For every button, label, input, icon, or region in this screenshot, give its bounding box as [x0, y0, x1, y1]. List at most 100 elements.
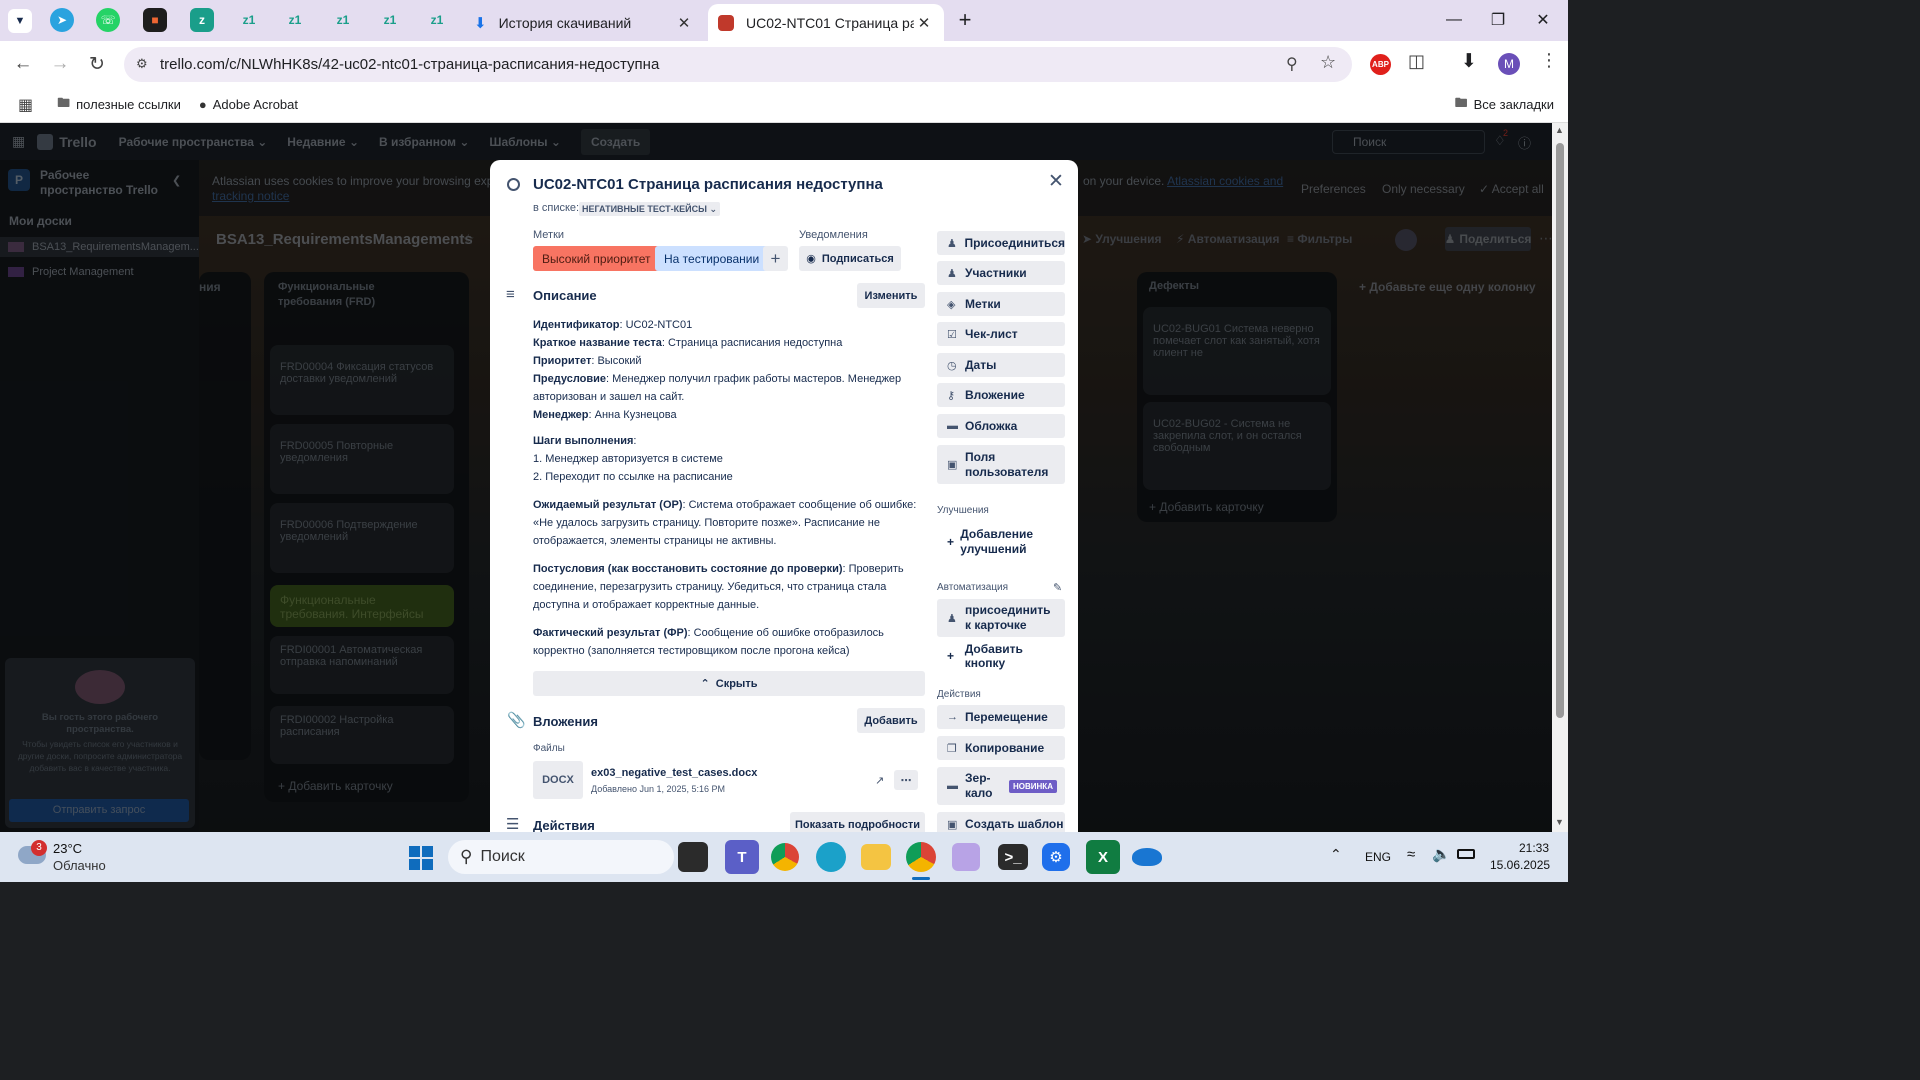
bookmark-adobe[interactable]: ● Adobe Acrobat [199, 97, 298, 112]
weather-temp[interactable]: 23°C [53, 841, 82, 856]
teams-icon[interactable]: T [725, 840, 759, 874]
labels-button[interactable]: ◈ Метки [937, 292, 1065, 316]
forward-arrow-icon[interactable]: → [45, 49, 75, 79]
battery-icon[interactable] [1457, 849, 1475, 859]
file-explorer-icon[interactable] [861, 844, 891, 870]
z1-tab-icon-5[interactable]: z1 [378, 8, 402, 32]
adblock-icon[interactable]: ABP [1370, 54, 1391, 75]
start-windows-icon[interactable] [409, 846, 433, 870]
make-template-button[interactable]: ▣ Создать шаблон [937, 812, 1065, 832]
chevron-up-icon: ⌃ [700, 678, 710, 690]
folder-icon: 🖿 [57, 94, 71, 110]
edit-description-button[interactable]: Изменить [857, 283, 925, 308]
tab-trello-card[interactable]: UC02-NTC01 Страница распис ✕ [708, 4, 944, 41]
scroll-up-icon[interactable]: ▲ [1555, 125, 1564, 135]
scroll-down-icon[interactable]: ▼ [1555, 817, 1564, 827]
app-icon-blue[interactable]: ⚙ [1042, 843, 1070, 871]
chrome-icon[interactable] [771, 843, 799, 871]
z1-tab-icon-2[interactable]: z1 [237, 8, 261, 32]
page-scrollbar[interactable]: ▲ ▼ [1552, 123, 1568, 832]
bookmark-star-icon[interactable]: ☆ [1320, 52, 1336, 73]
all-bookmarks[interactable]: 🖿 Все закладки [1455, 94, 1554, 116]
whatsapp-icon[interactable]: ☏ [96, 8, 120, 32]
z1-tab-icon[interactable]: z [190, 8, 214, 32]
dates-button[interactable]: ◷ Даты [937, 353, 1065, 377]
zoom-icon[interactable]: ⚲ [1286, 54, 1298, 74]
custom-fields-button[interactable]: ▣ Поля пользователя [937, 445, 1065, 484]
description-body[interactable]: Идентификатор: UC02-NTC01 Краткое назван… [533, 316, 925, 660]
card-complete-circle-icon[interactable] [507, 178, 520, 191]
copy-button[interactable]: ❐ Копирование [937, 736, 1065, 760]
site-info-icon[interactable]: ⚙ [136, 56, 148, 72]
cover-button[interactable]: ▬ Обложка [937, 414, 1065, 438]
onedrive-icon[interactable] [1132, 848, 1162, 866]
downloads-icon[interactable]: ⬇ [1461, 50, 1477, 73]
mirror-button[interactable]: ▬ Зер-кало НОВИНКА [937, 767, 1065, 805]
excel-icon[interactable]: X [1086, 840, 1120, 874]
card-title[interactable]: UC02-NTC01 Страница расписания недоступн… [533, 176, 883, 193]
close-modal-icon[interactable]: ✕ [1048, 170, 1064, 193]
close-tab-icon[interactable]: ✕ [674, 14, 694, 32]
button-label: Обложка [965, 419, 1018, 433]
language-indicator[interactable]: ENG [1365, 850, 1391, 864]
join-card-button[interactable]: ♟ присоединить к карточке [937, 599, 1065, 637]
desc-key: Ожидаемый результат (ОР) [533, 499, 683, 511]
bookmark-folder[interactable]: 🖿 полезные ссылки [57, 94, 181, 116]
list-name-dropdown[interactable]: НЕГАТИВНЫЕ ТЕСТ-КЕЙСЫ ⌄ [579, 202, 720, 216]
add-attachment-button[interactable]: Добавить [857, 708, 925, 733]
chrome-profile-icon[interactable] [906, 842, 936, 872]
add-powerups-button[interactable]: + Добавление улучшений [937, 526, 1065, 558]
edge-icon[interactable] [816, 842, 846, 872]
task-view-icon[interactable] [678, 842, 708, 872]
clock-time[interactable]: 21:33 [1519, 841, 1549, 855]
cover-icon: ▬ [947, 420, 958, 432]
extensions-icon[interactable]: ◫ [1408, 51, 1425, 72]
terminal-icon[interactable]: >_ [998, 844, 1028, 870]
attachment-button[interactable]: ⚷ Вложение [937, 383, 1065, 407]
restore-icon[interactable]: ❐ [1476, 6, 1520, 34]
tab-search-button[interactable]: ▼ [8, 9, 32, 33]
join-button[interactable]: ♟ Присоединиться [937, 231, 1065, 255]
label-high-priority[interactable]: Высокий приоритет [533, 246, 660, 271]
checklist-button[interactable]: ☑ Чек-лист [937, 322, 1065, 346]
z1-tab-icon-3[interactable]: z1 [283, 8, 307, 32]
taskbar-search-box[interactable]: ⚲ Поиск [448, 840, 674, 874]
add-button-button[interactable]: + Добавить кнопку [937, 642, 1065, 670]
back-arrow-icon[interactable]: ← [8, 49, 38, 79]
apps-grid-icon[interactable]: ▦ [18, 95, 33, 115]
open-external-icon[interactable]: ↗ [875, 774, 884, 787]
file-added-date: Добавлено Jun 1, 2025, 5:16 PM [591, 784, 726, 794]
clock-date[interactable]: 15.06.2025 [1490, 858, 1550, 872]
subscribe-button[interactable]: ◉ Подписаться [799, 246, 901, 271]
show-details-button[interactable]: Показать подробности [790, 812, 925, 832]
desc-line: Менеджер: Анна Кузнецова [533, 406, 925, 424]
app-tab-icon[interactable]: ■ [143, 8, 167, 32]
wifi-icon[interactable]: ≈ [1407, 846, 1415, 863]
file-type-thumbnail[interactable]: DOCX [533, 761, 583, 799]
new-tab-button[interactable]: + [952, 8, 978, 34]
file-more-button[interactable]: ⋯ [894, 770, 918, 790]
tray-chevron-icon[interactable]: ⌃ [1330, 846, 1342, 863]
file-name[interactable]: ex03_negative_test_cases.docx [591, 767, 757, 779]
hide-description-button[interactable]: ⌃ Скрыть [533, 671, 925, 696]
add-label-button[interactable]: + [763, 246, 788, 271]
label-in-testing[interactable]: На тестировании [655, 246, 769, 271]
members-button[interactable]: ♟ Участники [937, 261, 1065, 285]
minimize-icon[interactable]: — [1432, 6, 1476, 34]
app-icon-purple[interactable] [952, 843, 980, 871]
close-window-icon[interactable]: ✕ [1521, 6, 1565, 34]
move-button[interactable]: → Перемещение [937, 705, 1065, 729]
address-bar[interactable]: ⚙ trello.com/c/NLWhHK8s/42-uc02-ntc01-ст… [124, 47, 1352, 82]
edit-automation-icon[interactable]: ✎ [1053, 581, 1062, 594]
scrollbar-thumb[interactable] [1556, 143, 1564, 718]
z1-tab-icon-4[interactable]: z1 [331, 8, 355, 32]
z1-tab-icon-6[interactable]: z1 [425, 8, 449, 32]
volume-icon[interactable]: 🔈 [1432, 845, 1451, 863]
profile-avatar[interactable]: M [1498, 53, 1520, 75]
close-tab-icon[interactable]: ✕ [914, 14, 934, 32]
telegram-icon[interactable]: ➤ [50, 8, 74, 32]
reload-icon[interactable]: ↻ [82, 49, 112, 79]
tab-downloads[interactable]: ⬇ История скачиваний ✕ [464, 4, 704, 41]
more-menu-icon[interactable]: ⋮ [1540, 50, 1558, 71]
desc-line: Идентификатор: UC02-NTC01 [533, 316, 925, 334]
